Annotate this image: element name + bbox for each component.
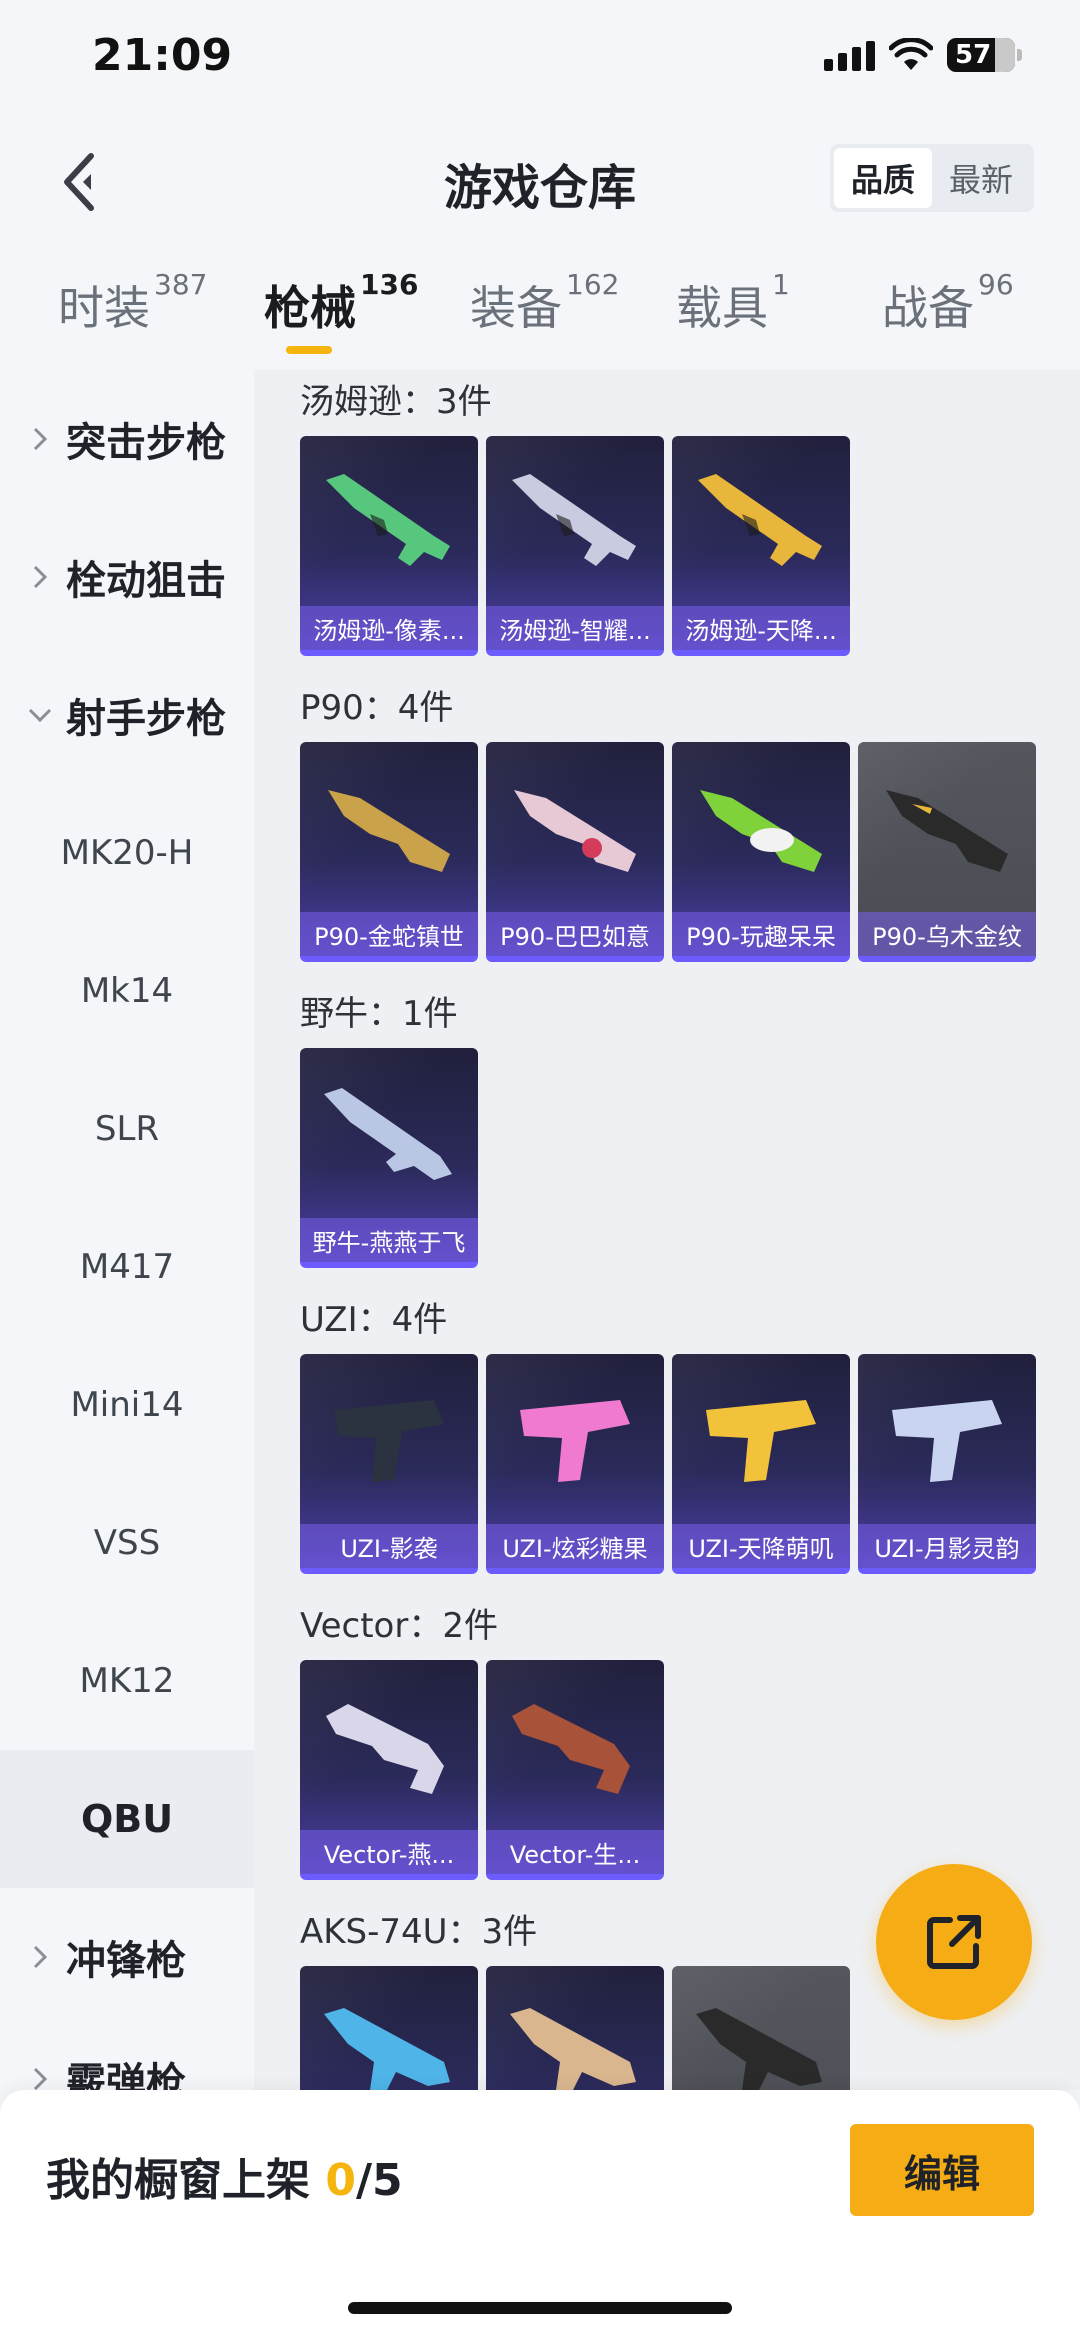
- home-indicator: [348, 2302, 732, 2314]
- skin-name: UZI-炫彩糖果: [486, 1524, 664, 1568]
- skin-name: 汤姆逊-智耀...: [486, 606, 664, 650]
- section-title: 汤姆逊：3件: [300, 382, 492, 422]
- gun-icon: [510, 2008, 636, 2090]
- skin-name: 汤姆逊-天降...: [672, 606, 850, 650]
- skin-card[interactable]: Vector-生...: [486, 1660, 664, 1880]
- sidebar-item-slr[interactable]: SLR: [0, 1060, 254, 1198]
- section-title: AKS-74U：3件: [300, 1912, 538, 1952]
- section-title: 野牛：1件: [300, 994, 458, 1034]
- edit-button[interactable]: 编辑: [850, 2124, 1034, 2216]
- active-tab-indicator: [286, 346, 332, 354]
- skin-card[interactable]: UZI-月影灵韵: [858, 1354, 1036, 1574]
- tab-equipment[interactable]: 装备 162: [470, 268, 619, 338]
- skin-card[interactable]: P90-巴巴如意: [486, 742, 664, 962]
- skin-card[interactable]: P90-金蛇镇世: [300, 742, 478, 962]
- sidebar-item-dmr[interactable]: 射手步枪: [0, 646, 254, 784]
- gun-icon: [326, 474, 450, 566]
- tab-supplies[interactable]: 战备 96: [882, 268, 1014, 338]
- tab-fashion[interactable]: 时装 387: [58, 268, 207, 338]
- gun-icon: [334, 1400, 444, 1482]
- sort-quality-button[interactable]: 品质: [834, 148, 932, 208]
- sidebar-item-mk12[interactable]: MK12: [0, 1612, 254, 1750]
- skin-name: 野牛-燕燕于飞: [300, 1218, 478, 1262]
- signal-icon: [824, 39, 875, 71]
- gun-icon: [512, 1704, 630, 1794]
- skin-name: P90-乌木金纹: [858, 912, 1036, 956]
- skin-card[interactable]: UZI-影袭: [300, 1354, 478, 1574]
- gun-icon: [698, 474, 822, 566]
- sidebar-item-mini14[interactable]: Mini14: [0, 1336, 254, 1474]
- skin-card[interactable]: P90-乌木金纹: [858, 742, 1036, 962]
- weapon-skin-grid: 汤姆逊：3件 汤姆逊-像素... 汤姆逊-智耀... 汤姆逊-天降... P90…: [254, 370, 1080, 2090]
- sidebar-item-smg[interactable]: 冲锋枪: [0, 1888, 254, 2026]
- sidebar-item-mk14[interactable]: Mk14: [0, 922, 254, 1060]
- share-external-icon: [927, 1915, 981, 1969]
- tab-weapons[interactable]: 枪械 136: [264, 268, 418, 338]
- chevron-right-icon: [33, 565, 48, 589]
- skin-name: 汤姆逊-像素...: [300, 606, 478, 650]
- skin-card[interactable]: 野牛-燕燕于飞: [300, 1048, 478, 1268]
- header: 游戏仓库 品质 最新: [0, 120, 1080, 240]
- section-title: UZI：4件: [300, 1300, 448, 1340]
- sidebar-item-assault-rifle[interactable]: 突击步枪: [0, 370, 254, 508]
- skin-card[interactable]: P90-玩趣呆呆: [672, 742, 850, 962]
- back-button[interactable]: [44, 142, 114, 222]
- section-title: P90：4件: [300, 688, 454, 728]
- gun-icon: [324, 2008, 450, 2090]
- chevron-right-icon: [33, 1945, 48, 1969]
- sidebar-item-m417[interactable]: M417: [0, 1198, 254, 1336]
- gun-icon: [326, 1704, 444, 1794]
- chevron-left-icon: [64, 153, 94, 211]
- skin-card[interactable]: [300, 1966, 478, 2090]
- gun-icon: [706, 1400, 816, 1482]
- gun-icon: [700, 790, 822, 872]
- share-button[interactable]: [876, 1864, 1032, 2020]
- sidebar-item-vss[interactable]: VSS: [0, 1474, 254, 1612]
- section-title: Vector：2件: [300, 1606, 498, 1646]
- sidebar-item-bolt-sniper[interactable]: 栓动狙击: [0, 508, 254, 646]
- chevron-right-icon: [33, 427, 48, 451]
- sort-latest-button[interactable]: 最新: [932, 148, 1030, 208]
- skin-name: UZI-影袭: [300, 1524, 478, 1568]
- weapon-category-sidebar: 突击步枪 栓动狙击 射手步枪 MK20-H Mk14 SLR M417 Mini…: [0, 370, 254, 2090]
- skin-name: P90-巴巴如意: [486, 912, 664, 956]
- showcase-status: 我的橱窗上架 0/5: [46, 2155, 403, 2206]
- sidebar-item-shotgun[interactable]: 霰弹枪: [0, 2010, 254, 2090]
- status-time: 21:09: [92, 30, 233, 81]
- chevron-down-icon: [28, 708, 52, 723]
- gun-icon: [514, 790, 636, 872]
- showcase-bar: 我的橱窗上架 0/5 编辑: [0, 2090, 1080, 2339]
- sort-toggle: 品质 最新: [830, 144, 1034, 212]
- category-tabs: 时装 387 枪械 136 装备 162 载具 1 战备 96: [0, 262, 1080, 366]
- skin-card[interactable]: Vector-燕...: [300, 1660, 478, 1880]
- skin-name: Vector-燕...: [300, 1830, 478, 1874]
- skin-card[interactable]: [672, 1966, 850, 2090]
- skin-name: UZI-月影灵韵: [858, 1524, 1036, 1568]
- skin-name: Vector-生...: [486, 1830, 664, 1874]
- skin-name: P90-玩趣呆呆: [672, 912, 850, 956]
- sidebar-item-qbu[interactable]: QBU: [0, 1750, 254, 1888]
- gun-icon: [892, 1400, 1002, 1482]
- battery-icon: 57: [947, 38, 1015, 72]
- gun-icon: [886, 790, 1008, 872]
- skin-card[interactable]: [486, 1966, 664, 2090]
- tab-vehicles[interactable]: 载具 1: [676, 268, 790, 338]
- gun-icon: [696, 2008, 822, 2090]
- gun-icon: [324, 1088, 452, 1180]
- gun-icon: [520, 1400, 630, 1482]
- skin-card[interactable]: 汤姆逊-像素...: [300, 436, 478, 656]
- skin-card[interactable]: UZI-天降萌叽: [672, 1354, 850, 1574]
- status-bar: 21:09 57: [0, 0, 1080, 120]
- skin-card[interactable]: 汤姆逊-天降...: [672, 436, 850, 656]
- wifi-icon: [889, 38, 933, 70]
- skin-card[interactable]: UZI-炫彩糖果: [486, 1354, 664, 1574]
- chevron-right-icon: [33, 2067, 48, 2090]
- gun-icon: [328, 790, 450, 872]
- status-icons: 57: [824, 38, 1022, 72]
- skin-name: UZI-天降萌叽: [672, 1524, 850, 1568]
- skin-card[interactable]: 汤姆逊-智耀...: [486, 436, 664, 656]
- skin-name: P90-金蛇镇世: [300, 912, 478, 956]
- sidebar-item-mk20h[interactable]: MK20-H: [0, 784, 254, 922]
- gun-icon: [512, 474, 636, 566]
